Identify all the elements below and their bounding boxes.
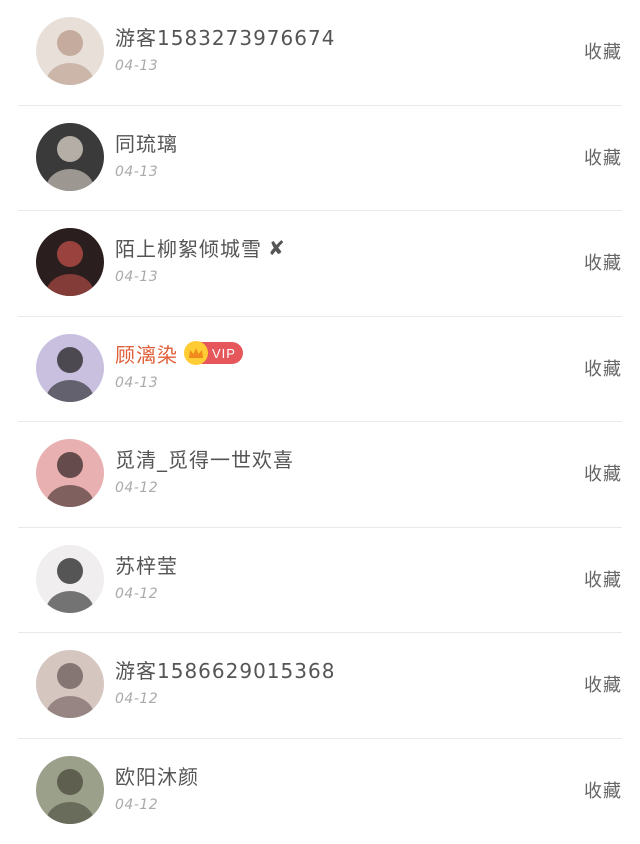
vip-badge: VIP — [186, 342, 243, 364]
favorite-button[interactable]: 收藏 — [584, 671, 622, 697]
post-date: 04-12 — [115, 480, 158, 496]
post-date: 04-13 — [115, 164, 158, 180]
avatar[interactable] — [36, 228, 104, 296]
avatar[interactable] — [36, 17, 104, 85]
post-date: 04-13 — [115, 58, 158, 74]
crown-icon — [184, 341, 208, 365]
favorite-button[interactable]: 收藏 — [584, 777, 622, 803]
list-item[interactable]: 游客1583273976674 04-13 收藏 — [18, 0, 622, 106]
list-item[interactable]: 陌上柳絮倾城雪✘ 04-13 收藏 — [18, 211, 622, 317]
user-name-text: 苏梓莹 — [115, 550, 178, 579]
user-name[interactable]: 同琉璃 — [115, 128, 178, 157]
avatar[interactable] — [36, 123, 104, 191]
post-date: 04-12 — [115, 797, 158, 813]
cross-icon: ✘ — [268, 236, 286, 260]
user-name-text: 欧阳沐颜 — [115, 761, 199, 790]
list-item[interactable]: 欧阳沐颜 04-12 收藏 — [18, 739, 622, 844]
user-name-text: 顾漓染 — [115, 339, 178, 368]
favorite-button[interactable]: 收藏 — [584, 144, 622, 170]
user-name[interactable]: 陌上柳絮倾城雪✘ — [115, 233, 286, 262]
favorite-button[interactable]: 收藏 — [584, 249, 622, 275]
favorite-button[interactable]: 收藏 — [584, 355, 622, 381]
list-item[interactable]: 苏梓莹 04-12 收藏 — [18, 528, 622, 634]
avatar[interactable] — [36, 439, 104, 507]
vip-label: VIP — [212, 346, 236, 361]
user-name-text: 游客1583273976674 — [115, 22, 335, 51]
user-name-text: 游客1586629015368 — [115, 655, 335, 684]
user-name[interactable]: 游客1586629015368 — [115, 655, 335, 684]
favorite-button[interactable]: 收藏 — [584, 460, 622, 486]
user-name[interactable]: 顾漓染 VIP — [115, 339, 243, 368]
user-list: 游客158327397667404-13收藏同琉璃04-13收藏陌上柳絮倾城雪✘… — [0, 0, 640, 844]
list-item[interactable]: 顾漓染 VIP 04-13 收藏 — [18, 317, 622, 423]
list-item[interactable]: 觅清_觅得一世欢喜 04-12 收藏 — [18, 422, 622, 528]
avatar[interactable] — [36, 545, 104, 613]
post-date: 04-12 — [115, 586, 158, 602]
user-name[interactable]: 觅清_觅得一世欢喜 — [115, 444, 294, 473]
user-name-text: 陌上柳絮倾城雪 — [115, 233, 262, 262]
post-date: 04-12 — [115, 691, 158, 707]
post-date: 04-13 — [115, 375, 158, 391]
avatar[interactable] — [36, 334, 104, 402]
user-name-text: 同琉璃 — [115, 128, 178, 157]
avatar[interactable] — [36, 756, 104, 824]
list-item[interactable]: 同琉璃 04-13 收藏 — [18, 106, 622, 212]
avatar[interactable] — [36, 650, 104, 718]
post-date: 04-13 — [115, 269, 158, 285]
favorite-button[interactable]: 收藏 — [584, 38, 622, 64]
user-name[interactable]: 游客1583273976674 — [115, 22, 335, 51]
favorite-button[interactable]: 收藏 — [584, 566, 622, 592]
user-name[interactable]: 欧阳沐颜 — [115, 761, 199, 790]
user-name[interactable]: 苏梓莹 — [115, 550, 178, 579]
list-item[interactable]: 游客1586629015368 04-12 收藏 — [18, 633, 622, 739]
user-name-text: 觅清_觅得一世欢喜 — [115, 444, 294, 473]
